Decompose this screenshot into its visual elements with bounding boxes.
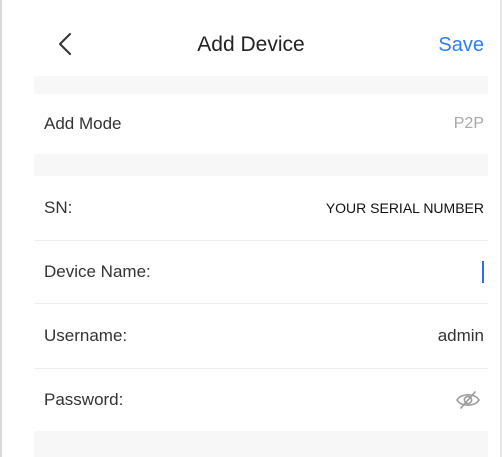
username-row[interactable]: Username: admin <box>34 304 488 369</box>
username-label: Username: <box>44 326 128 345</box>
add-mode-label: Add Mode <box>44 114 122 133</box>
section-spacer <box>34 154 488 176</box>
eye-off-icon[interactable] <box>454 390 482 410</box>
section-spacer <box>34 431 488 457</box>
section-spacer <box>34 76 488 94</box>
sn-row[interactable]: SN: YOUR SERIAL NUMBER <box>34 176 488 241</box>
device-name-label: Device Name: <box>44 262 151 281</box>
username-value[interactable]: admin <box>438 326 484 346</box>
text-cursor <box>482 261 484 283</box>
password-row[interactable]: Password: <box>34 369 488 431</box>
sn-value: YOUR SERIAL NUMBER <box>325 200 484 216</box>
add-mode-value: P2P <box>453 115 484 132</box>
add-device-screen: Add Device Save Add Mode P2P SN: YOUR SE… <box>0 0 502 457</box>
device-name-row[interactable]: Device Name: <box>34 241 488 304</box>
sn-label: SN: <box>44 198 73 217</box>
navigation-bar: Add Device Save <box>2 0 500 76</box>
page-title: Add Device <box>197 33 305 56</box>
password-label: Password: <box>44 390 124 409</box>
save-button[interactable]: Save <box>438 33 484 57</box>
add-mode-row[interactable]: Add Mode P2P <box>34 94 488 155</box>
